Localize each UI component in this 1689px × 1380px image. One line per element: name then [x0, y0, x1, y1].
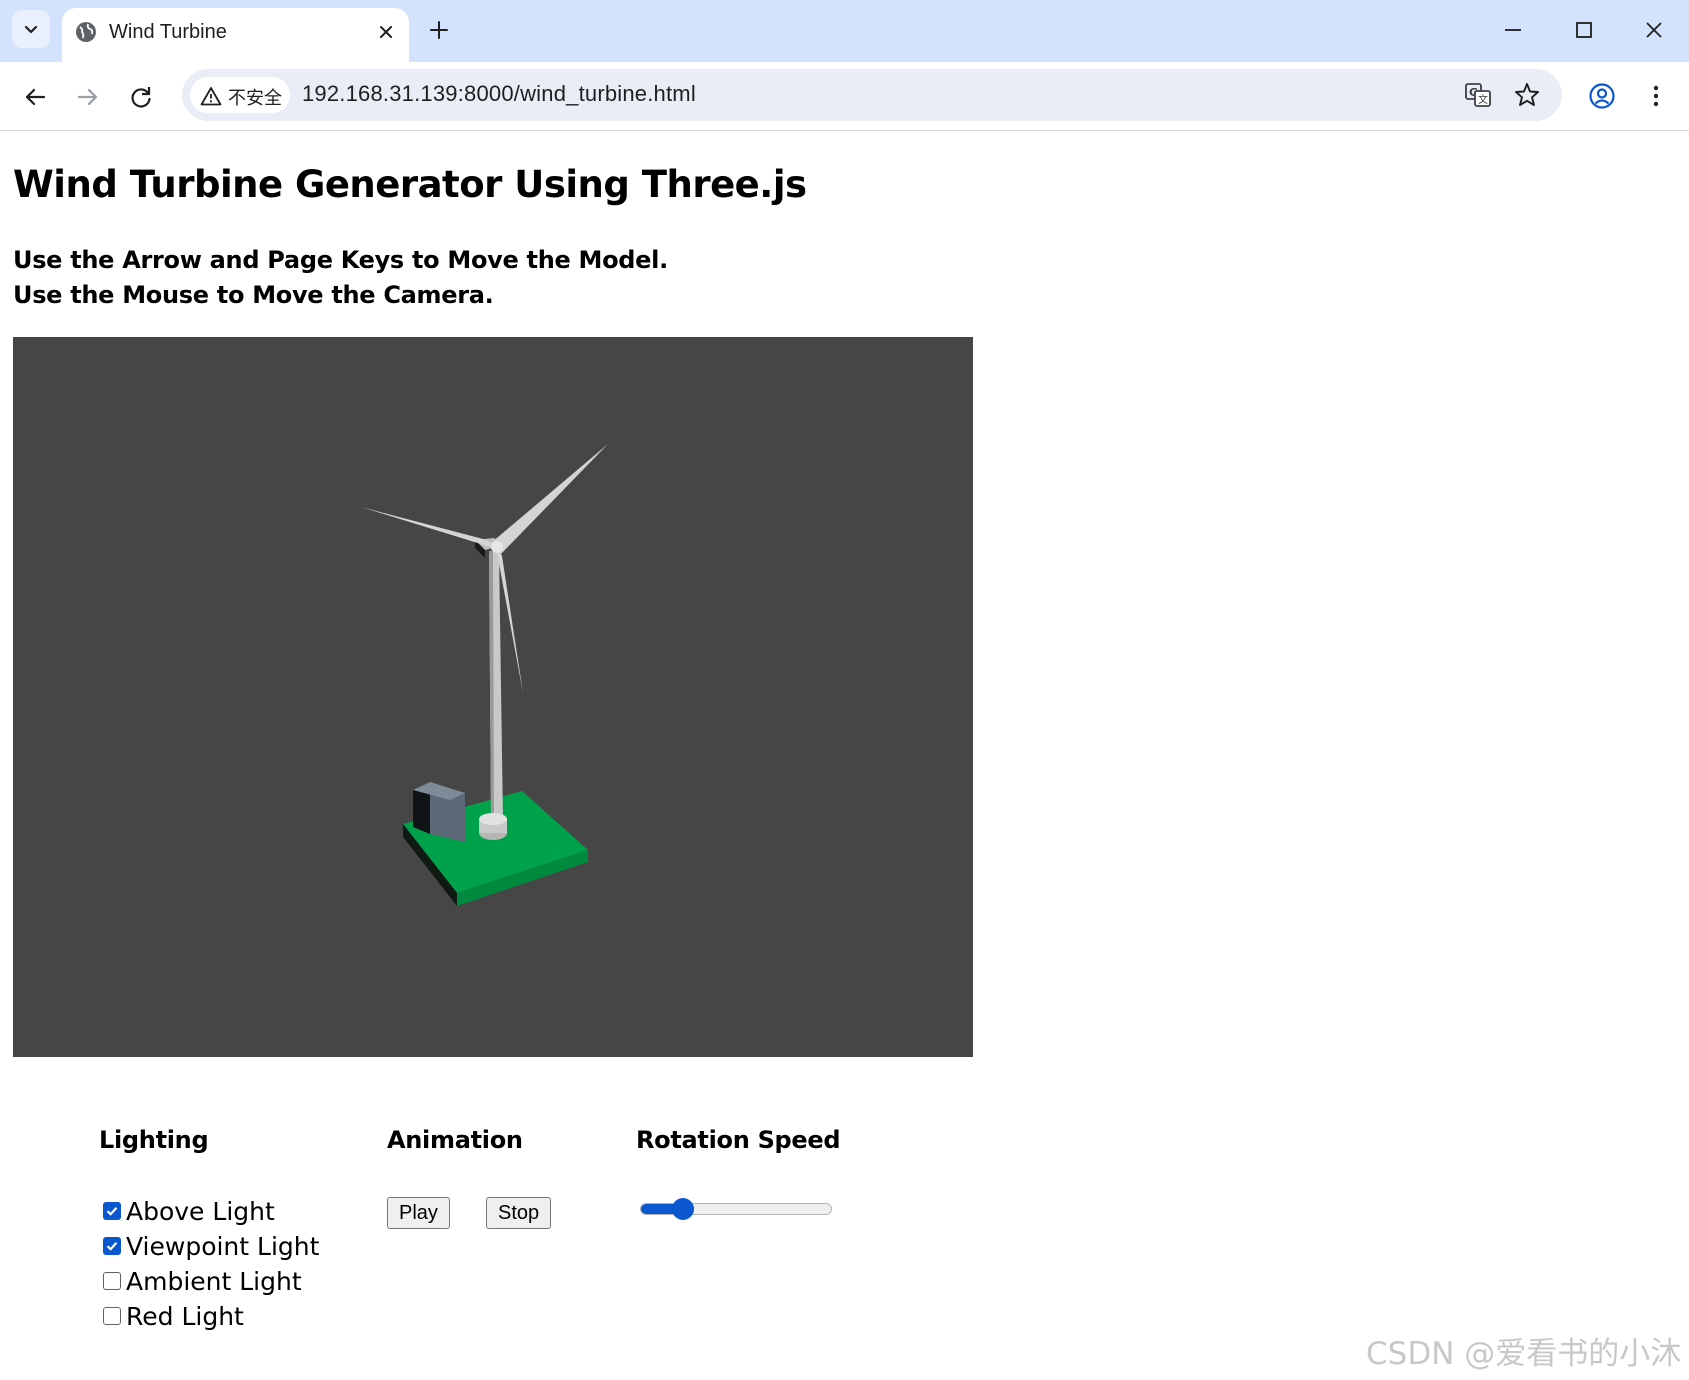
above-light-option[interactable]: Above Light: [103, 1195, 275, 1227]
browser-tab-strip: Wind Turbine: [0, 0, 1689, 62]
red-light-option[interactable]: Red Light: [103, 1300, 244, 1332]
svg-text:文: 文: [1478, 93, 1488, 106]
address-bar[interactable]: 不安全 192.168.31.139:8000/wind_turbine.htm…: [182, 69, 1562, 121]
above-light-label: Above Light: [126, 1196, 275, 1226]
security-label: 不安全: [228, 88, 282, 109]
translate-icon[interactable]: G 文: [1464, 81, 1492, 109]
watermark: CSDN @爱看书的小沐: [1366, 1336, 1682, 1372]
lighting-title: Lighting: [99, 1126, 209, 1154]
tower-foot-top: [479, 813, 507, 825]
close-window-icon[interactable]: [1641, 17, 1667, 43]
menu-kebab-icon[interactable]: [1641, 81, 1671, 111]
instruction-keys: Use the Arrow and Page Keys to Move the …: [13, 246, 668, 274]
checkbox-unchecked[interactable]: [103, 1272, 121, 1290]
checkbox-unchecked[interactable]: [103, 1307, 121, 1325]
reload-icon[interactable]: [126, 82, 156, 112]
ambient-light-label: Ambient Light: [126, 1266, 302, 1296]
back-icon[interactable]: [20, 82, 50, 112]
checkmark-icon: [106, 1242, 118, 1251]
chevron-down-icon: [24, 25, 38, 34]
close-tab-icon[interactable]: [375, 21, 397, 43]
checkbox-checked[interactable]: [103, 1237, 121, 1255]
forward-icon[interactable]: [73, 82, 103, 112]
tab-title: Wind Turbine: [109, 21, 227, 43]
rotor-hub: [491, 541, 503, 553]
play-button[interactable]: Play: [387, 1197, 450, 1229]
page-title: Wind Turbine Generator Using Three.js: [13, 163, 807, 206]
bookmark-star-icon[interactable]: [1513, 81, 1541, 109]
rotation-speed-slider-track[interactable]: [640, 1203, 832, 1215]
url-text[interactable]: 192.168.31.139:8000/wind_turbine.html: [302, 81, 696, 107]
animation-title: Animation: [387, 1126, 523, 1154]
instruction-mouse: Use the Mouse to Move the Camera.: [13, 281, 494, 309]
rotation-speed-title: Rotation Speed: [636, 1126, 841, 1154]
globe-icon: [76, 22, 96, 42]
viewpoint-light-label: Viewpoint Light: [126, 1231, 320, 1261]
browser-toolbar: 不安全 192.168.31.139:8000/wind_turbine.htm…: [0, 62, 1689, 131]
new-tab-icon[interactable]: [426, 17, 452, 43]
checkbox-checked[interactable]: [103, 1202, 121, 1220]
minimize-icon[interactable]: [1500, 17, 1526, 43]
turbine-blade-1: [491, 444, 608, 555]
tab-search-button[interactable]: [12, 10, 50, 48]
maximize-icon[interactable]: [1571, 17, 1597, 43]
stop-button[interactable]: Stop: [486, 1197, 552, 1229]
three-canvas[interactable]: [13, 337, 973, 1057]
security-chip[interactable]: 不安全: [190, 77, 290, 113]
rotation-speed-slider-thumb[interactable]: [672, 1198, 695, 1220]
warning-icon: [200, 87, 222, 106]
browser-tab-active[interactable]: Wind Turbine: [62, 8, 409, 62]
red-light-label: Red Light: [126, 1301, 244, 1331]
checkmark-icon: [106, 1207, 118, 1216]
wind-turbine-scene: [361, 444, 608, 906]
profile-icon[interactable]: [1587, 81, 1617, 111]
viewpoint-light-option[interactable]: Viewpoint Light: [103, 1230, 319, 1262]
ambient-light-option[interactable]: Ambient Light: [103, 1265, 302, 1297]
